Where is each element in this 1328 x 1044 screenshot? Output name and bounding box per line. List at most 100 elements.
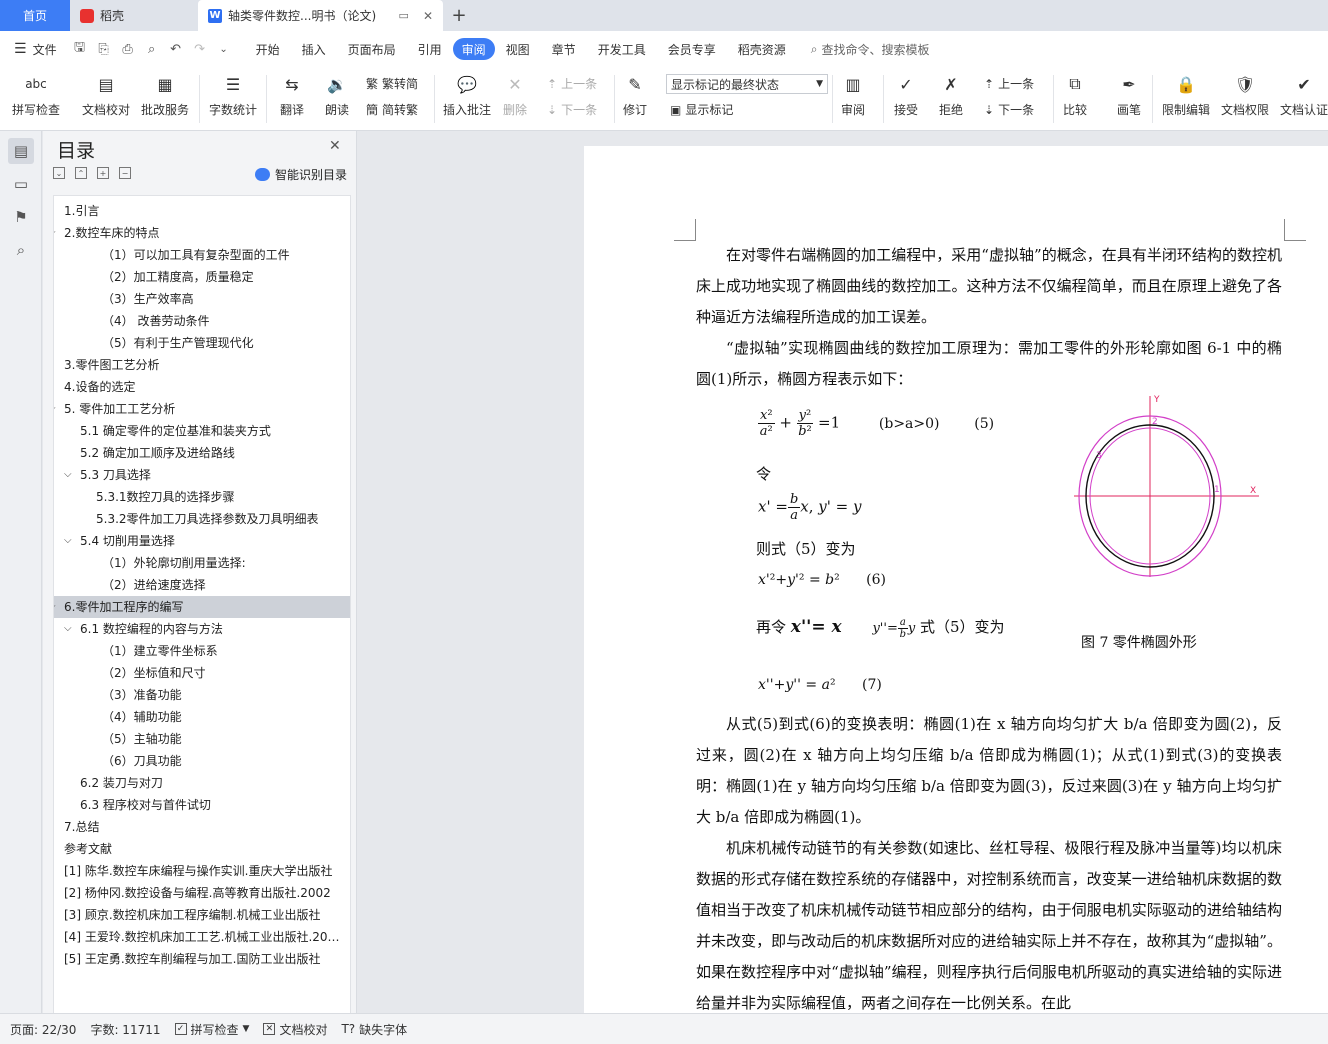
translate-button[interactable]: ⇆ 翻译 [279, 71, 305, 118]
word-count-indicator[interactable]: 字数: 11711 [90, 1021, 160, 1038]
toc-item[interactable]: ⌵ 5. 零件加工工艺分析 [54, 398, 350, 420]
preview-icon[interactable]: ⌕ [143, 42, 161, 57]
toc-item[interactable]: （4）辅助功能 [54, 706, 350, 728]
toc-item[interactable]: （5）有利于生产管理现代化 [54, 332, 350, 354]
toc-item[interactable]: ⌵ 2.数控车床的特点 [54, 222, 350, 244]
prev-change-button[interactable]: ⇡ 上一条 [984, 75, 1034, 92]
toc-item[interactable]: （4） 改善劳动条件 [54, 310, 350, 332]
missing-font-status[interactable]: T? 缺失字体 [341, 1021, 407, 1038]
close-icon[interactable]: ✕ [329, 138, 341, 154]
compare-button[interactable]: ⧉ 比较 [1062, 71, 1088, 118]
page-indicator[interactable]: 页面: 22/30 [10, 1021, 76, 1038]
doc-permission-button[interactable]: 🛡 文档权限 [1221, 71, 1269, 118]
markup-mode-select[interactable]: 显示标记的最终状态 ▼ [666, 74, 828, 94]
toc-item[interactable]: ⌵ 6.零件加工程序的编写 [54, 596, 350, 618]
batch-service-button[interactable]: ▦ 批改服务 [141, 71, 189, 118]
toc-item[interactable]: [3] 顾京.数控机床加工程序编制.机械工业出版社 [54, 904, 350, 926]
doc-proof-button[interactable]: ▤ 文档校对 [82, 71, 130, 118]
spell-check-status[interactable]: ✓ 拼写检查 ▼ [174, 1021, 249, 1038]
file-menu[interactable]: ☰ 文件 [14, 41, 57, 58]
more-icon[interactable]: ⌄ [215, 44, 233, 55]
toc-item[interactable]: ⌵ 5.3 刀具选择 [54, 464, 350, 486]
toc-item[interactable]: [1] 陈华.数控车床编程与操作实训.重庆大学出版社 [54, 860, 350, 882]
read-aloud-button[interactable]: 🔉 朗读 [324, 71, 350, 118]
toc-item[interactable]: （5）主轴功能 [54, 728, 350, 750]
restrict-edit-button[interactable]: 🔒 限制编辑 [1162, 71, 1210, 118]
bookmark-icon[interactable]: ⚑ [8, 204, 34, 230]
find-icon[interactable]: ⌕ [8, 237, 34, 263]
toc-item[interactable]: 6.2 装刀与对刀 [54, 772, 350, 794]
pen-button[interactable]: ✒ 画笔 [1116, 71, 1142, 118]
toc-item[interactable]: [2] 杨仲冈.数控设备与编程.高等教育出版社.2002 [54, 882, 350, 904]
simp-to-trad-button[interactable]: 簡简转繁 [366, 101, 418, 118]
tab-home[interactable]: 首页 [0, 0, 70, 31]
collapse-all-icon[interactable]: ⌄ [53, 167, 65, 179]
expand-icon[interactable]: + [97, 167, 109, 179]
toc-item[interactable]: 6.3 程序校对与首件试切 [54, 794, 350, 816]
menu-review[interactable]: 审阅 [452, 38, 495, 60]
menu-reference[interactable]: 引用 [407, 38, 453, 60]
menu-insert[interactable]: 插入 [291, 38, 337, 60]
undo-icon[interactable]: ↶ [167, 42, 185, 57]
toc-item[interactable]: 7.总结 [54, 816, 350, 838]
spell-check-button[interactable]: abc 拼写检查 [12, 71, 60, 118]
toc-item[interactable]: （6）刀具功能 [54, 750, 350, 772]
document-page[interactable]: 在对零件右端椭圆的加工编程中，采用“虚拟轴”的概念，在具有半闭环结构的数控机床上… [584, 146, 1328, 1013]
next-comment-button[interactable]: ⇣ 下一条 [547, 101, 597, 118]
menu-docer[interactable]: 稻壳资源 [727, 38, 797, 60]
menu-start[interactable]: 开始 [245, 38, 291, 60]
toc-item[interactable]: ⌵ 5.4 切削用量选择 [54, 530, 350, 552]
doc-proof-status[interactable]: ✕ 文档校对 [263, 1021, 327, 1038]
next-change-button[interactable]: ⇣ 下一条 [984, 101, 1034, 118]
toc-item[interactable]: （2）进给速度选择 [54, 574, 350, 596]
toc-item[interactable]: 5.3.2零件加工刀具选择参数及刀具明细表 [54, 508, 350, 530]
menu-chapter[interactable]: 章节 [541, 38, 587, 60]
chapter-nav-icon[interactable]: ▭ [8, 171, 34, 197]
chevron-down-icon[interactable]: ⌵ [64, 530, 72, 552]
export-icon[interactable]: ⎘ [95, 42, 113, 57]
menu-devtools[interactable]: 开发工具 [587, 38, 657, 60]
toc-item[interactable]: （2）坐标值和尺寸 [54, 662, 350, 684]
chevron-down-icon[interactable]: ⌵ [54, 596, 56, 618]
toc-item[interactable]: ⌵ 6.1 数控编程的内容与方法 [54, 618, 350, 640]
command-search[interactable]: ⌕ 查找命令、搜索模板 [811, 41, 930, 58]
toc-item[interactable]: 5.1 确定零件的定位基准和装夹方式 [54, 420, 350, 442]
save-icon[interactable]: 🖫 [71, 38, 89, 60]
tab-document[interactable]: W 轴类零件数控...明书（论文) ▭ ✕ [198, 0, 443, 31]
toc-item[interactable]: （1）建立零件坐标系 [54, 640, 350, 662]
toc-item[interactable]: 4.设备的选定 [54, 376, 350, 398]
toc-item[interactable]: 3.零件图工艺分析 [54, 354, 350, 376]
toc-item[interactable]: [4] 王爱玲.数控机床加工工艺.机械工业出版社.2006 [54, 926, 350, 948]
track-changes-button[interactable]: ✎ 修订 [622, 71, 648, 118]
insert-comment-button[interactable]: 💬 插入批注 [443, 71, 491, 118]
new-tab-icon[interactable]: + [443, 0, 475, 31]
toc-item[interactable]: [5] 王定勇.数控车削编程与加工.国防工业出版社 [54, 948, 350, 970]
word-count-button[interactable]: ☰ 字数统计 [209, 71, 257, 118]
toc-item[interactable]: （2）加工精度高，质量稳定 [54, 266, 350, 288]
menu-member[interactable]: 会员专享 [657, 38, 727, 60]
toc-item[interactable]: （1）外轮廓切削用量选择: [54, 552, 350, 574]
prev-comment-button[interactable]: ⇡ 上一条 [547, 75, 597, 92]
chevron-down-icon[interactable]: ⌵ [54, 398, 56, 420]
menu-layout[interactable]: 页面布局 [337, 38, 407, 60]
close-tab-icon[interactable]: ✕ [423, 9, 433, 23]
toc-panel-icon[interactable]: ▤ [8, 138, 34, 164]
redo-icon[interactable]: ↷ [191, 42, 209, 57]
review-pane-button[interactable]: ▥ 审阅 [840, 71, 866, 118]
tab-docer[interactable]: 稻壳 [70, 0, 198, 31]
smart-toc-button[interactable]: 智能识别目录 [255, 166, 347, 183]
print-icon[interactable]: ⎙ [119, 42, 137, 57]
monitor-icon[interactable]: ▭ [399, 9, 409, 22]
doc-auth-button[interactable]: ✔ 文档认证 [1280, 71, 1328, 118]
accept-button[interactable]: ✓ 接受 [893, 71, 919, 118]
delete-comment-button[interactable]: ✕ 删除 [502, 71, 528, 118]
toc-item[interactable]: （3）生产效率高 [54, 288, 350, 310]
toc-item[interactable]: （1）可以加工具有复杂型面的工件 [54, 244, 350, 266]
reject-button[interactable]: ✗ 拒绝 [938, 71, 964, 118]
chevron-down-icon[interactable]: ⌵ [54, 222, 56, 244]
document-canvas[interactable]: 在对零件右端椭圆的加工编程中，采用“虚拟轴”的概念，在具有半闭环结构的数控机床上… [358, 131, 1328, 1013]
chevron-down-icon[interactable]: ⌵ [64, 464, 72, 486]
trad-to-simp-button[interactable]: 繁繁转简 [366, 75, 418, 92]
toc-item[interactable]: 参考文献 [54, 838, 350, 860]
collapse-icon[interactable]: − [119, 167, 131, 179]
